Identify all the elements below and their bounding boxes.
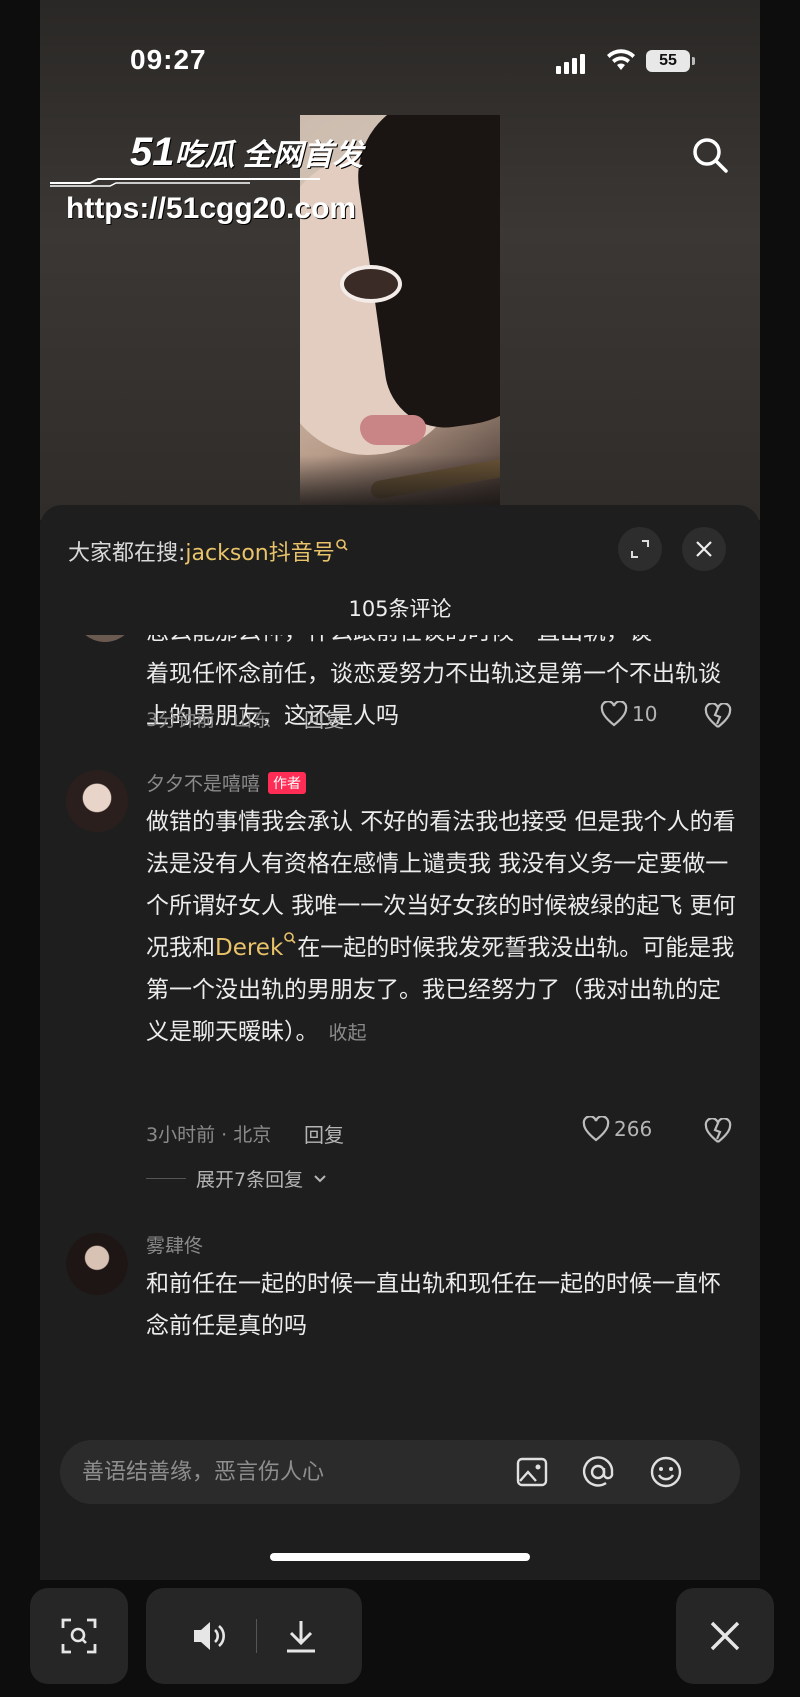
lips (360, 415, 426, 445)
scan-icon (61, 1618, 97, 1654)
comment-sheet: 大家都在搜:jackson抖音号 105条评论 怎么能那么神，什么跟前任谈的时候… (40, 505, 760, 1580)
search-small-icon (284, 932, 296, 944)
comment-meta: 3分钟前 · 山东 (146, 709, 272, 731)
heart-icon (582, 1116, 610, 1142)
volume-icon[interactable] (190, 1618, 230, 1654)
watermark-brand: 51吃瓜 全网首发 (130, 130, 363, 174)
eye (340, 265, 402, 303)
comment-count: 105条评论 (348, 597, 452, 621)
comment-meta: 3小时前 · 北京 (146, 1124, 272, 1146)
watermark-url: https://51cgg20.com (66, 192, 357, 225)
avatar[interactable] (66, 1233, 128, 1295)
expand-icon[interactable] (618, 527, 662, 571)
comment-author[interactable]: 夕夕不是嘻嘻 作者 (146, 769, 307, 796)
hot-search-keyword[interactable]: jackson抖音号 (185, 541, 334, 566)
status-bar: 09:27 55 (40, 40, 760, 84)
close-icon[interactable] (682, 527, 726, 571)
comment-author[interactable]: 雾肆佟 (146, 1231, 203, 1258)
like-count: 10 (632, 702, 658, 726)
wifi-icon (607, 49, 635, 70)
reply-button[interactable]: 回复 (304, 1119, 344, 1148)
broken-heart-icon[interactable] (704, 703, 732, 729)
search-icon[interactable] (690, 135, 730, 175)
broken-heart-icon[interactable] (704, 1118, 732, 1144)
image-icon[interactable] (514, 1454, 550, 1490)
emoji-icon[interactable] (648, 1454, 684, 1490)
signal-icon (556, 52, 585, 74)
chevron-down-icon (314, 1174, 326, 1182)
viewer-toolbar (0, 1580, 800, 1697)
search-small-icon (335, 539, 348, 551)
status-time: 09:27 (130, 44, 207, 75)
mention-link[interactable]: Derek (215, 935, 283, 961)
hot-search[interactable]: 大家都在搜:jackson抖音号 (68, 535, 349, 567)
author-badge: 作者 (268, 772, 307, 794)
reply-button[interactable]: 回复 (304, 704, 344, 733)
collapse-button[interactable]: 收起 (329, 1022, 367, 1044)
media-controls (146, 1588, 362, 1684)
avatar[interactable] (66, 770, 128, 832)
like-button[interactable]: 10 (600, 701, 657, 727)
comment-text-clipped: 怎么能那么神，什么跟前任谈的时候一直出轨，谈 (146, 635, 736, 653)
at-icon[interactable] (580, 1454, 616, 1490)
close-icon (710, 1621, 740, 1651)
comment-text: 做错的事情我会承认 不好的看法我也接受 但是我个人的看法是没有人有资格在感情上谴… (146, 809, 736, 1045)
expand-replies-button[interactable]: 展开7条回复 (146, 1165, 327, 1192)
comment-input[interactable] (82, 1440, 462, 1504)
comment-list[interactable]: 怎么能那么神，什么跟前任谈的时候一直出轨，谈 着现任怀念前任，谈恋爱努力不出轨这… (40, 635, 760, 1455)
like-count: 266 (614, 1117, 653, 1141)
close-button[interactable] (676, 1588, 774, 1684)
heart-icon (600, 701, 628, 727)
comment-text: 和前任在一起的时候一直出轨和现任在一起的时候一直怀念前任是真的吗 (146, 1271, 721, 1339)
home-indicator (270, 1553, 530, 1561)
avatar[interactable] (74, 635, 136, 642)
battery-indicator: 55 (646, 50, 695, 72)
download-icon[interactable] (283, 1617, 319, 1655)
scan-button[interactable] (30, 1588, 128, 1684)
phone-screen: 09:27 55 51吃瓜 全网首发 https://51cgg20.com 大… (40, 0, 760, 1580)
comment-input-bar (60, 1440, 740, 1504)
like-button[interactable]: 266 (582, 1116, 652, 1142)
